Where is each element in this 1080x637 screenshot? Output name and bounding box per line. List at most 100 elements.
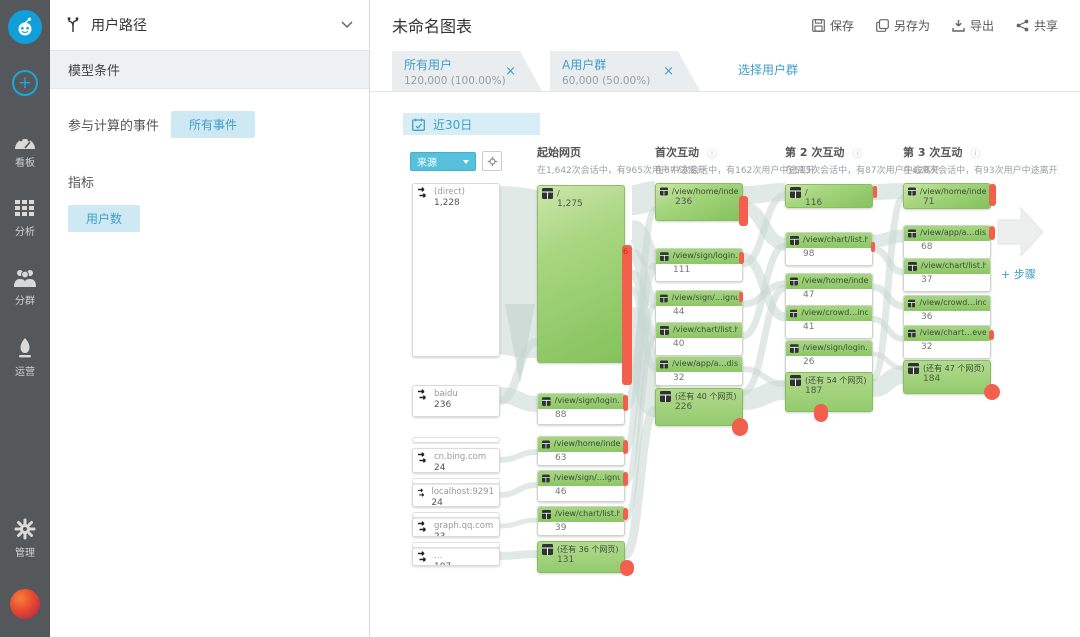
- path-node[interactable]: /view/sign/login.html111: [655, 248, 743, 282]
- path-node[interactable]: /view/app/a…dist.html32: [655, 356, 743, 386]
- page-icon: [908, 298, 915, 309]
- page-icon: [908, 328, 916, 339]
- node-label: /view/chart…event.html: [920, 329, 986, 338]
- sidebar-item-label: 运营: [15, 363, 35, 378]
- page-icon: [660, 391, 671, 402]
- node-value: 184: [908, 374, 986, 384]
- path-node[interactable]: /116: [785, 184, 873, 208]
- path-node[interactable]: baidu236: [412, 385, 500, 417]
- path-node[interactable]: cn.bing.com24: [412, 448, 500, 473]
- path-node[interactable]: /1,275: [537, 185, 625, 363]
- node-label: (还有 36 个网页): [557, 544, 619, 555]
- select-segment-link[interactable]: 选择用户群: [738, 61, 798, 78]
- source-card-strip: [412, 512, 500, 518]
- tab-all-users[interactable]: 所有用户 120,000 (100.00%) ×: [392, 51, 542, 91]
- settings-button[interactable]: [482, 151, 502, 171]
- event-filter-button[interactable]: 所有事件: [171, 111, 255, 138]
- node-label: /view/chart/list.html: [921, 262, 986, 271]
- dropoff-indicator: [814, 404, 828, 422]
- sidebar-item-segments[interactable]: 分群: [13, 268, 37, 307]
- node-value: 23: [434, 532, 493, 537]
- node-value: 36: [904, 311, 990, 323]
- path-node[interactable]: (direct)1,228: [412, 183, 500, 357]
- add-step-link[interactable]: + 步骤: [1001, 266, 1036, 282]
- path-node[interactable]: /view/chart/list.html39: [537, 506, 625, 536]
- page-icon: [790, 308, 797, 319]
- column-title: 首次互动: [655, 144, 699, 160]
- close-icon[interactable]: ×: [505, 64, 516, 79]
- save-button[interactable]: 保存: [812, 17, 854, 34]
- app-logo[interactable]: [8, 10, 42, 44]
- gear-small-icon: [487, 156, 498, 167]
- path-node[interactable]: (还有 47 个网页)184: [903, 360, 991, 394]
- column-stats: 在1,642次会话中，有965次用户中途离开: [537, 163, 667, 176]
- node-value: 44: [656, 306, 742, 318]
- chevron-down-icon[interactable]: [341, 21, 353, 29]
- path-node[interactable]: (还有 54 个网页)187: [785, 372, 873, 412]
- path-node[interactable]: (还有 40 个网页)226: [655, 388, 743, 426]
- save-icon: [812, 19, 825, 32]
- page-icon: [790, 343, 799, 354]
- path-node[interactable]: /view/sign/login.html26: [785, 340, 873, 374]
- segments-icon: [13, 268, 37, 288]
- path-node[interactable]: localhost:929124: [412, 483, 500, 507]
- dropoff-indicator: [739, 252, 744, 264]
- main-header: 未命名图表 保存 另存为: [370, 0, 1080, 50]
- save-as-button[interactable]: 另存为: [876, 17, 930, 34]
- path-node[interactable]: /view/home/index.html71: [903, 183, 991, 209]
- node-label: /view/chart/list.html: [673, 326, 738, 335]
- sidebar-item-operations[interactable]: 运营: [15, 337, 35, 378]
- sidebar-item-manage[interactable]: 管理: [14, 518, 36, 559]
- dropoff-indicator: [620, 560, 634, 576]
- page-icon: [542, 509, 551, 520]
- column-title: 第 2 次互动: [785, 144, 844, 160]
- node-value: 47: [786, 289, 872, 301]
- add-icon[interactable]: +: [12, 70, 38, 96]
- path-node[interactable]: /view/chart/list.html37: [903, 258, 991, 292]
- column-header: 第 2 次互动ⓘ在515次会话中，有87次用户中途离开: [785, 144, 915, 176]
- path-node[interactable]: /view/home/index.html47: [785, 273, 873, 307]
- node-value: 46: [538, 486, 624, 498]
- path-node[interactable]: /view/chart/list.html 40: [655, 322, 743, 356]
- export-button[interactable]: 导出: [952, 17, 994, 34]
- share-button[interactable]: 共享: [1016, 17, 1058, 34]
- sidebar-item-label: 管理: [15, 544, 35, 559]
- dropoff-count: 6: [623, 247, 628, 256]
- source-arrow-icon: [418, 487, 426, 499]
- node-value: 40: [656, 338, 742, 350]
- tab-segment-a[interactable]: A用户群 60,000 (50.00%) ×: [550, 51, 700, 91]
- date-range-button[interactable]: 近30日: [403, 113, 540, 135]
- path-node[interactable]: (还有 36 个网页)131: [537, 541, 625, 573]
- path-node[interactable]: /view/sign/…ignup.html44: [655, 290, 743, 324]
- path-node[interactable]: …107: [412, 547, 500, 566]
- segment-tabbar: 所有用户 120,000 (100.00%) × A用户群 60,000 (50…: [370, 50, 1080, 92]
- sidebar-item-dashboard[interactable]: 看板: [13, 130, 37, 169]
- panel-header[interactable]: 用户路径: [50, 0, 369, 50]
- node-label: /view/crowd…index.html: [801, 309, 868, 318]
- path-node[interactable]: /view/crowd…index.html 36: [903, 295, 991, 327]
- node-value: 32: [904, 341, 990, 353]
- info-icon[interactable]: ⓘ: [970, 145, 980, 160]
- path-node[interactable]: graph.qq.com23: [412, 517, 500, 537]
- path-node[interactable]: /view/app/a…dist.html68: [903, 225, 991, 259]
- user-avatar[interactable]: [10, 589, 40, 619]
- metric-button[interactable]: 用户数: [68, 205, 140, 232]
- dimension-select[interactable]: 来源: [410, 152, 476, 171]
- node-label: /view/chart/list.html: [555, 510, 620, 519]
- path-node[interactable]: /view/crowd…index.html41: [785, 305, 873, 339]
- info-icon[interactable]: ⓘ: [707, 145, 717, 160]
- path-node[interactable]: /view/home/index.html63: [537, 436, 625, 466]
- path-node[interactable]: /view/chart…event.html 32: [903, 325, 991, 359]
- close-icon[interactable]: ×: [663, 64, 674, 79]
- node-label: /view/crowd…index.html: [919, 299, 986, 308]
- sidebar-item-analytics[interactable]: 分析: [14, 199, 36, 238]
- path-node[interactable]: /view/home/index.html236: [655, 183, 743, 221]
- path-node[interactable]: /view/chart/list.html98: [785, 232, 873, 266]
- section-model-conditions: 模型条件: [50, 50, 369, 89]
- path-node[interactable]: /view/sign/login.html88: [537, 393, 625, 425]
- node-value: 116: [790, 198, 868, 208]
- info-icon[interactable]: ⓘ: [852, 145, 862, 160]
- node-label: …: [434, 551, 451, 562]
- duplicate-icon: [876, 19, 889, 32]
- path-node[interactable]: /view/sign/…ignup.html46: [537, 470, 625, 502]
